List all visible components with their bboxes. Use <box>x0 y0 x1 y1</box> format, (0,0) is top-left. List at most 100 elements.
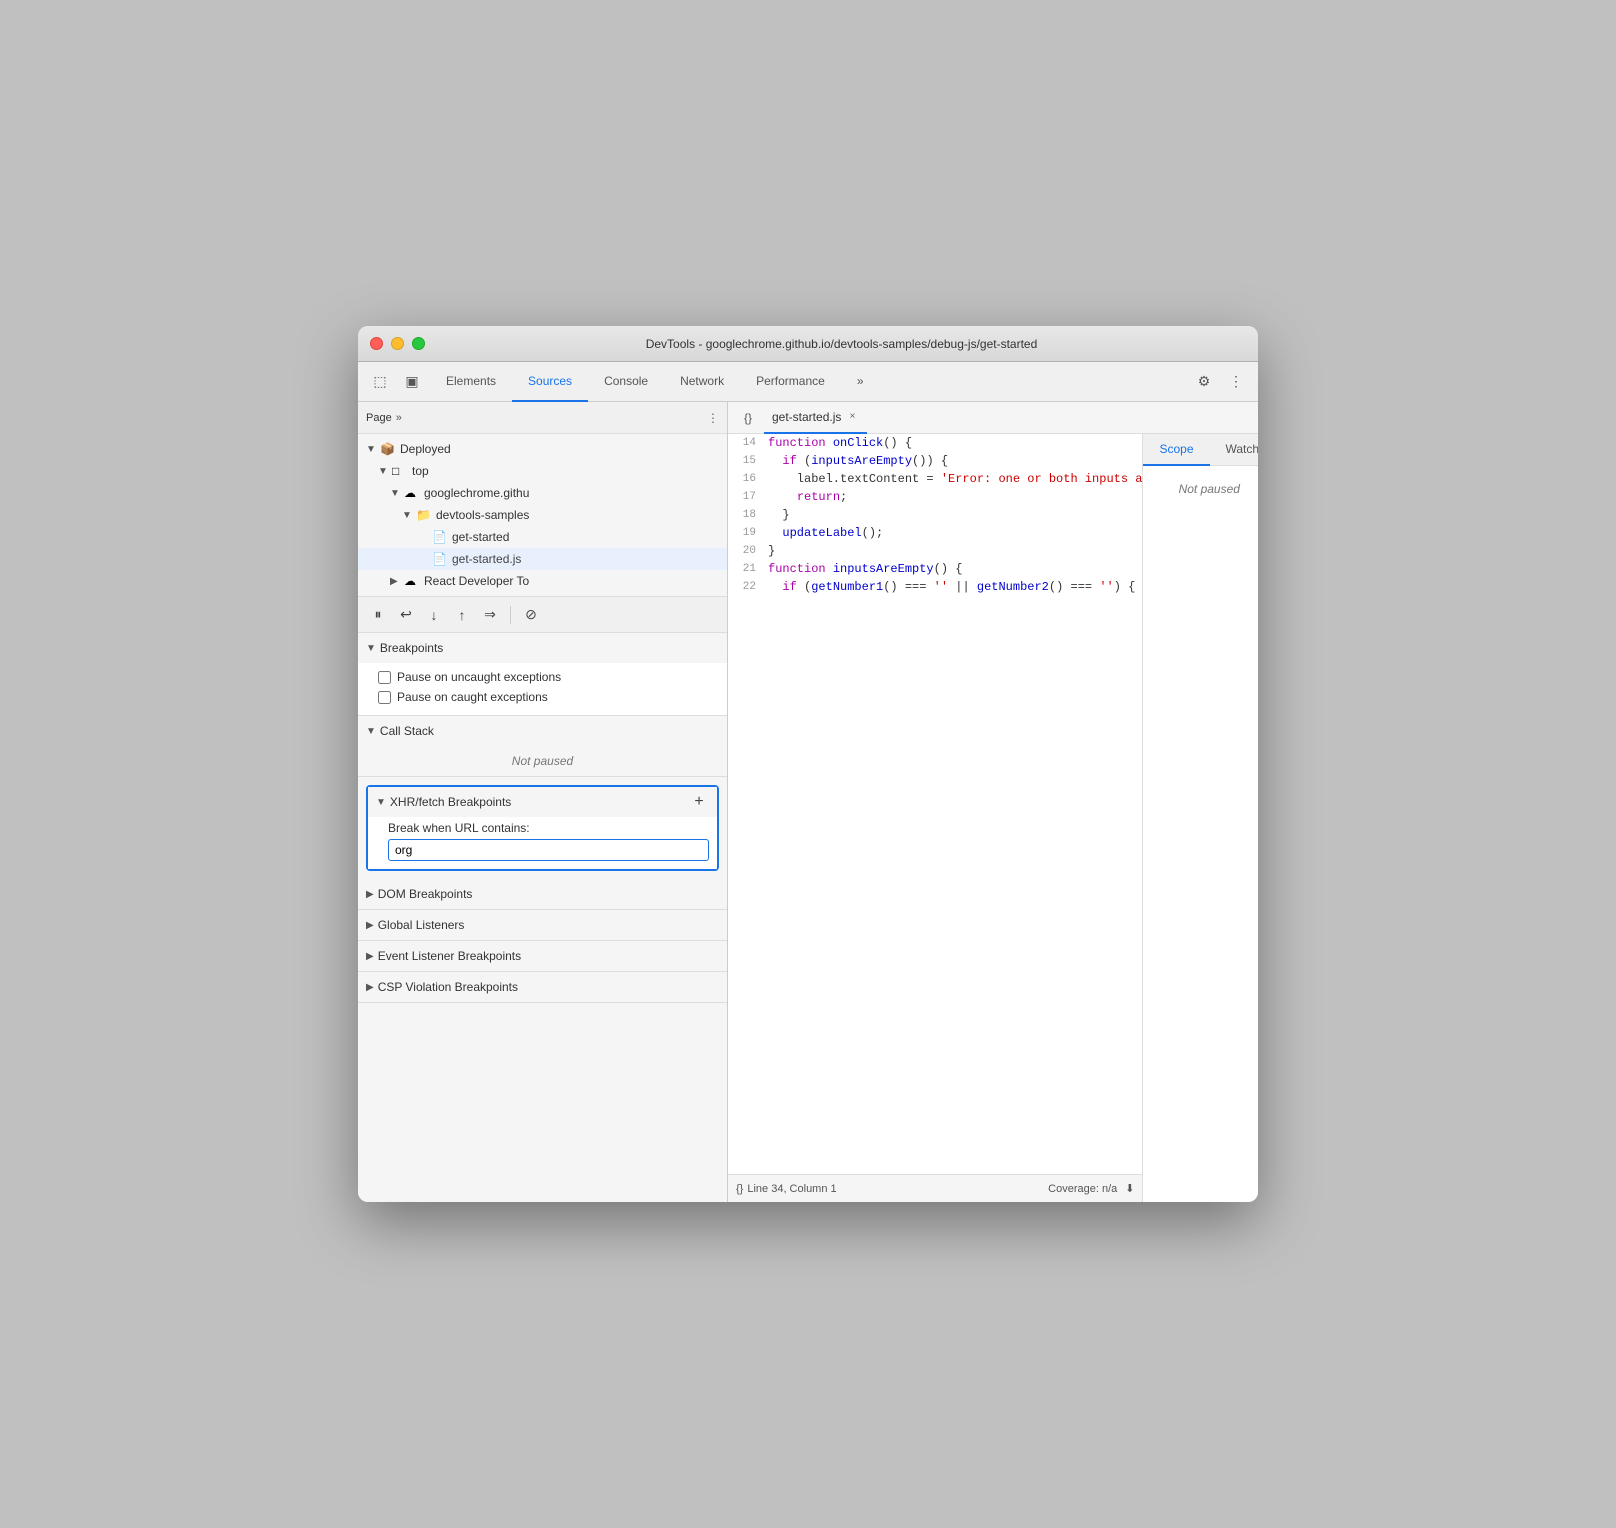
breakpoints-section-header[interactable]: ▼ Breakpoints <box>358 633 727 663</box>
main-content: Page » ⋮ ▼ 📦 Deployed ▼ □ top ▼ ☁ <box>358 402 1258 1202</box>
tab-scope[interactable]: Scope <box>1143 434 1209 466</box>
dom-breakpoints-header[interactable]: ▶ DOM Breakpoints <box>358 879 727 909</box>
more-options-button[interactable]: ⋮ <box>1222 368 1250 396</box>
tree-item-react-dev-tools[interactable]: ▶ ☁ React Developer To <box>358 570 727 592</box>
code-line-15: 15 if (inputsAreEmpty()) { <box>728 452 1142 470</box>
tab-performance[interactable]: Performance <box>740 362 841 402</box>
scope-tab-bar: Scope Watch <box>1143 434 1258 466</box>
breakpoints-title: Breakpoints <box>380 641 443 655</box>
tree-item-deployed[interactable]: ▼ 📦 Deployed <box>358 438 727 460</box>
panel-options-button[interactable]: ⋮ <box>707 411 719 425</box>
left-panel: Page » ⋮ ▼ 📦 Deployed ▼ □ top ▼ ☁ <box>358 402 728 1202</box>
xhr-add-button[interactable]: + <box>689 792 709 812</box>
call-stack-section: ▼ Call Stack Not paused <box>358 716 727 777</box>
tree-item-top[interactable]: ▼ □ top <box>358 460 727 482</box>
dom-breakpoints-section: ▶ DOM Breakpoints <box>358 879 727 910</box>
step-into-button[interactable]: ↑ <box>450 603 474 627</box>
xhr-section-header[interactable]: ▼ XHR/fetch Breakpoints + <box>368 787 717 817</box>
pause-uncaught-checkbox[interactable] <box>378 671 391 684</box>
event-listener-section: ▶ Event Listener Breakpoints <box>358 941 727 972</box>
pause-uncaught-item[interactable]: Pause on uncaught exceptions <box>378 667 719 687</box>
tab-watch[interactable]: Watch <box>1210 434 1259 466</box>
call-stack-title: Call Stack <box>380 724 434 738</box>
global-listeners-header[interactable]: ▶ Global Listeners <box>358 910 727 940</box>
status-right: Coverage: n/a ⬇ <box>1048 1182 1134 1195</box>
close-button[interactable] <box>370 337 383 350</box>
tree-item-get-started-js[interactable]: ▶ 📄 get-started.js <box>358 548 727 570</box>
debug-divider <box>510 606 511 624</box>
xhr-section-wrapper: ▼ XHR/fetch Breakpoints + Break when URL… <box>358 777 727 879</box>
xhr-fetch-section: ▼ XHR/fetch Breakpoints + Break when URL… <box>366 785 719 871</box>
cursor-icon-status: {} <box>736 1183 743 1195</box>
dom-breakpoints-title: DOM Breakpoints <box>378 887 473 901</box>
csp-title: CSP Violation Breakpoints <box>378 980 518 994</box>
file-tab-name: get-started.js <box>772 410 841 424</box>
xhr-section-content: Break when URL contains: <box>368 817 717 869</box>
code-line-21: 21 function inputsAreEmpty() { <box>728 560 1142 578</box>
dom-breakpoints-arrow: ▶ <box>366 889 374 900</box>
minimize-button[interactable] <box>391 337 404 350</box>
code-line-17: 17 return; <box>728 488 1142 506</box>
csp-arrow: ▶ <box>366 982 374 993</box>
global-listeners-section: ▶ Global Listeners <box>358 910 727 941</box>
tree-item-googlechrome[interactable]: ▼ ☁ googlechrome.githu <box>358 482 727 504</box>
toolbar-actions: ⚙ ⋮ <box>1190 368 1250 396</box>
event-listener-arrow: ▶ <box>366 951 374 962</box>
step-out-button[interactable]: ⇒ <box>478 603 502 627</box>
scope-content: Not paused <box>1143 466 1258 526</box>
file-tab-get-started-js[interactable]: get-started.js × <box>764 402 867 434</box>
tree-item-devtools-samples[interactable]: ▼ 📁 devtools-samples <box>358 504 727 526</box>
call-stack-arrow: ▼ <box>366 726 376 737</box>
tree-arrow: ▼ <box>378 466 390 477</box>
device-icon[interactable]: ▣ <box>398 368 426 396</box>
step-back-button[interactable]: ↩ <box>394 603 418 627</box>
scope-not-paused: Not paused <box>1151 474 1258 504</box>
csp-header[interactable]: ▶ CSP Violation Breakpoints <box>358 972 727 1002</box>
breakpoints-arrow: ▼ <box>366 643 376 654</box>
deactivate-breakpoints-button[interactable]: ⊘ <box>519 603 543 627</box>
code-column: 14 function onClick() { 15 if (inputsAre… <box>728 434 1143 1202</box>
step-over-button[interactable]: ↓ <box>422 603 446 627</box>
debug-controls: ⏸ ↩ ↓ ↑ ⇒ ⊘ <box>358 597 727 633</box>
call-stack-header[interactable]: ▼ Call Stack <box>358 716 727 746</box>
tree-arrow: ▼ <box>402 510 414 521</box>
tab-more[interactable]: » <box>841 362 880 402</box>
pause-caught-item[interactable]: Pause on caught exceptions <box>378 687 719 707</box>
page-more[interactable]: » <box>396 412 402 424</box>
file-tab-close-button[interactable]: × <box>845 410 859 424</box>
line-col-status: Line 34, Column 1 <box>747 1183 836 1195</box>
cursor-icon[interactable]: ⬚ <box>366 368 394 396</box>
breakpoints-section: ▼ Breakpoints Pause on uncaught exceptio… <box>358 633 727 716</box>
code-line-18: 18 } <box>728 506 1142 524</box>
code-line-14: 14 function onClick() { <box>728 434 1142 452</box>
tab-sources[interactable]: Sources <box>512 362 588 402</box>
right-panel: {} get-started.js × 14 function onClick(… <box>728 402 1258 1202</box>
tab-elements[interactable]: Elements <box>430 362 512 402</box>
event-listener-title: Event Listener Breakpoints <box>378 949 521 963</box>
pause-button[interactable]: ⏸ <box>366 603 390 627</box>
xhr-title: XHR/fetch Breakpoints <box>390 795 511 809</box>
status-bar: {} Line 34, Column 1 Coverage: n/a ⬇ <box>728 1174 1142 1202</box>
csp-section: ▶ CSP Violation Breakpoints <box>358 972 727 1003</box>
url-input[interactable] <box>388 839 709 861</box>
file-nav-icon[interactable]: {} <box>736 406 760 430</box>
status-left: {} Line 34, Column 1 <box>736 1183 837 1195</box>
tab-console[interactable]: Console <box>588 362 664 402</box>
file-tree: ▼ 📦 Deployed ▼ □ top ▼ ☁ googlechrome.gi… <box>358 434 727 597</box>
main-toolbar: ⬚ ▣ Elements Sources Console Network Per… <box>358 362 1258 402</box>
tree-item-get-started[interactable]: ▶ 📄 get-started <box>358 526 727 548</box>
coverage-status: Coverage: n/a <box>1048 1183 1117 1195</box>
event-listener-header[interactable]: ▶ Event Listener Breakpoints <box>358 941 727 971</box>
pause-caught-checkbox[interactable] <box>378 691 391 704</box>
settings-button[interactable]: ⚙ <box>1190 368 1218 396</box>
breakpoints-content: Pause on uncaught exceptions Pause on ca… <box>358 663 727 715</box>
left-panel-header: Page » ⋮ <box>358 402 727 434</box>
maximize-button[interactable] <box>412 337 425 350</box>
main-tab-bar: Elements Sources Console Network Perform… <box>430 362 1186 402</box>
tab-network[interactable]: Network <box>664 362 740 402</box>
scope-column: Scope Watch Not paused <box>1143 434 1258 1202</box>
global-listeners-arrow: ▶ <box>366 920 374 931</box>
call-stack-not-paused: Not paused <box>358 746 727 776</box>
code-editor[interactable]: 14 function onClick() { 15 if (inputsAre… <box>728 434 1142 1174</box>
coverage-icon[interactable]: ⬇ <box>1125 1182 1134 1195</box>
